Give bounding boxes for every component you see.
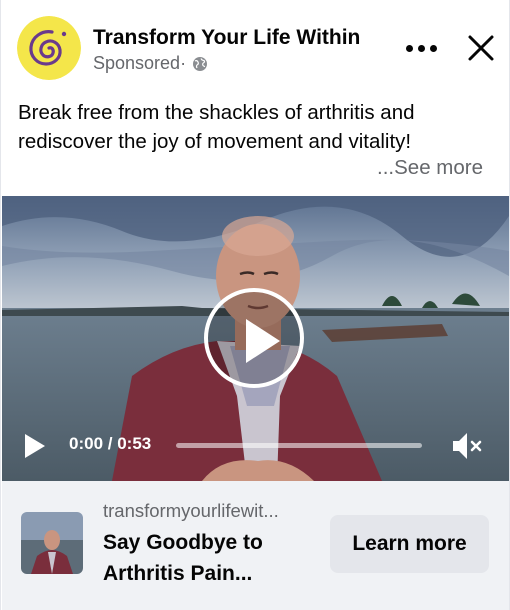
more-dot [417, 44, 425, 52]
more-horizontal-icon [405, 44, 413, 52]
caption-line: rediscover the joy of movement and vital… [18, 130, 412, 153]
link-thumbnail[interactable] [21, 512, 83, 574]
video-time: 0:00 / 0:53 [69, 434, 151, 454]
video-progress-bar[interactable] [176, 443, 422, 448]
video-duration: 0:53 [117, 434, 152, 453]
learn-more-button[interactable]: Learn more [330, 515, 489, 573]
current-time: 0:00 [69, 434, 104, 453]
more-options-button[interactable] [399, 26, 443, 70]
play-pause-button[interactable] [25, 434, 45, 458]
link-domain: transformyourlifewit... [103, 500, 279, 521]
sponsored-post-card: Transform Your Life Within Sponsored · B… [0, 0, 510, 610]
sponsored-separator: · [180, 53, 187, 73]
see-more-link[interactable]: ...See more [377, 156, 483, 180]
sponsored-line: Sponsored · [93, 53, 208, 74]
play-icon [246, 319, 280, 363]
page-name[interactable]: Transform Your Life Within [93, 26, 360, 50]
page-avatar[interactable] [17, 16, 81, 80]
more-dot [429, 44, 437, 52]
speaker-muted-icon [453, 433, 482, 459]
post-caption: Break free from the shackles of arthriti… [18, 98, 488, 156]
spiral-logo-icon [17, 16, 81, 80]
hide-ad-button[interactable] [462, 29, 500, 67]
time-separator: / [103, 434, 118, 453]
link-headline[interactable]: Say Goodbye to Arthritis Pain... [103, 527, 323, 589]
mute-toggle-button[interactable] [450, 430, 484, 462]
globe-icon [193, 56, 208, 71]
play-video-button[interactable] [204, 288, 304, 388]
sponsored-label[interactable]: Sponsored [93, 53, 180, 74]
thumbnail-image [21, 512, 83, 574]
close-icon [468, 35, 494, 61]
caption-line: Break free from the shackles of arthriti… [18, 101, 415, 124]
